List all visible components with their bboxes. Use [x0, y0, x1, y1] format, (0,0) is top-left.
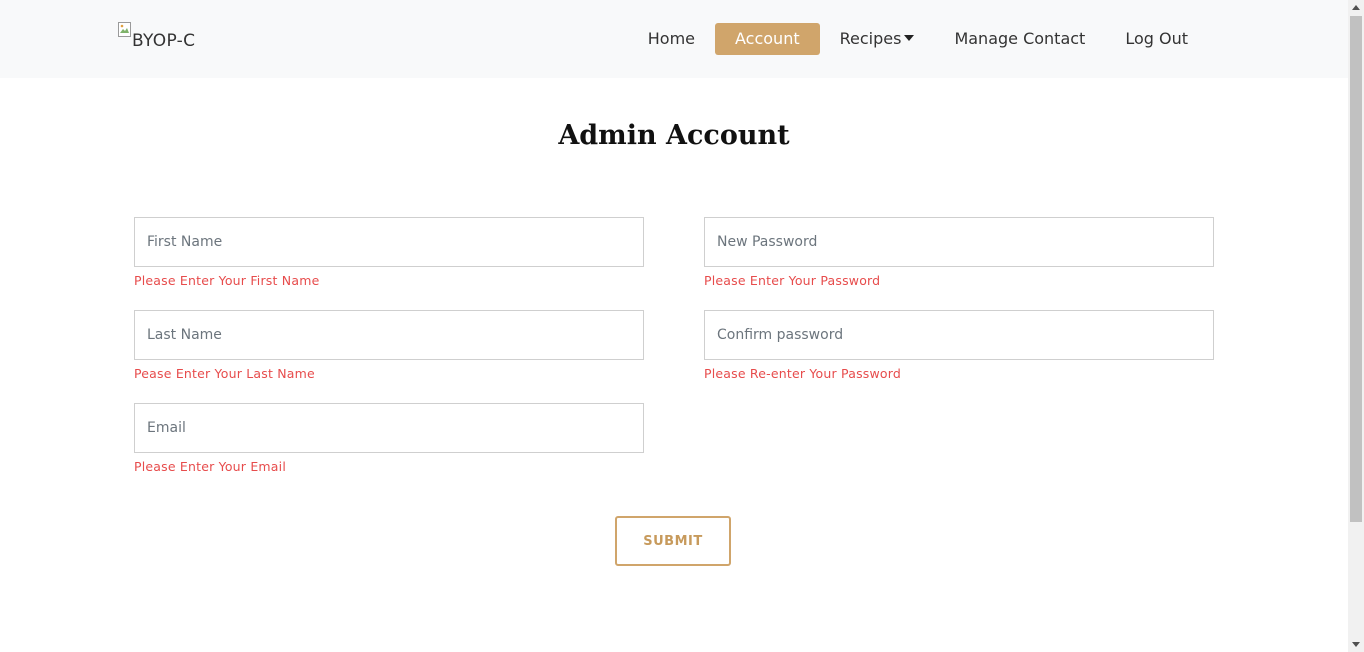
email-error: Please Enter Your Email: [134, 459, 286, 474]
navbar: BYOP-C Home Account Recipes Manage Conta…: [0, 0, 1348, 78]
last-name-group: Pease Enter Your Last Name: [134, 310, 644, 381]
submit-button[interactable]: SUBMIT: [615, 516, 731, 566]
nav-recipes-dropdown[interactable]: Recipes: [820, 23, 935, 55]
last-name-error: Pease Enter Your Last Name: [134, 366, 315, 381]
email-input[interactable]: [134, 403, 644, 453]
nav-account[interactable]: Account: [715, 23, 820, 55]
email-group: Please Enter Your Email: [134, 403, 644, 474]
new-password-error: Please Enter Your Password: [704, 273, 881, 288]
page: BYOP-C Home Account Recipes Manage Conta…: [0, 0, 1364, 652]
nav-manage-contact[interactable]: Manage Contact: [934, 23, 1105, 55]
first-name-group: Please Enter Your First Name: [134, 217, 644, 288]
nav-recipes-label: Recipes: [839, 29, 902, 48]
first-name-error: Please Enter Your First Name: [134, 273, 320, 288]
caret-down-icon: [904, 34, 915, 41]
last-name-input[interactable]: [134, 310, 644, 360]
confirm-password-group: Please Re-enter Your Password: [704, 310, 1214, 381]
confirm-password-error: Please Re-enter Your Password: [704, 366, 902, 381]
brand-alt-text: BYOP-C: [132, 31, 196, 51]
broken-image-icon: [118, 22, 132, 38]
nav-log-out[interactable]: Log Out: [1105, 23, 1208, 55]
page-title: Admin Account: [558, 120, 790, 151]
nav-menu: Home Account Recipes Manage Contact Log …: [628, 23, 1208, 55]
nav-home[interactable]: Home: [628, 23, 715, 55]
confirm-password-input[interactable]: [704, 310, 1214, 360]
brand-logo-link[interactable]: BYOP-C: [118, 21, 195, 51]
scroll-up-arrow-icon[interactable]: [1352, 5, 1360, 10]
new-password-input[interactable]: [704, 217, 1214, 267]
new-password-group: Please Enter Your Password: [704, 217, 1214, 288]
first-name-input[interactable]: [134, 217, 644, 267]
scroll-down-arrow-icon[interactable]: [1352, 642, 1360, 647]
scrollbar-thumb[interactable]: [1350, 16, 1362, 522]
vertical-scrollbar[interactable]: [1348, 0, 1364, 652]
